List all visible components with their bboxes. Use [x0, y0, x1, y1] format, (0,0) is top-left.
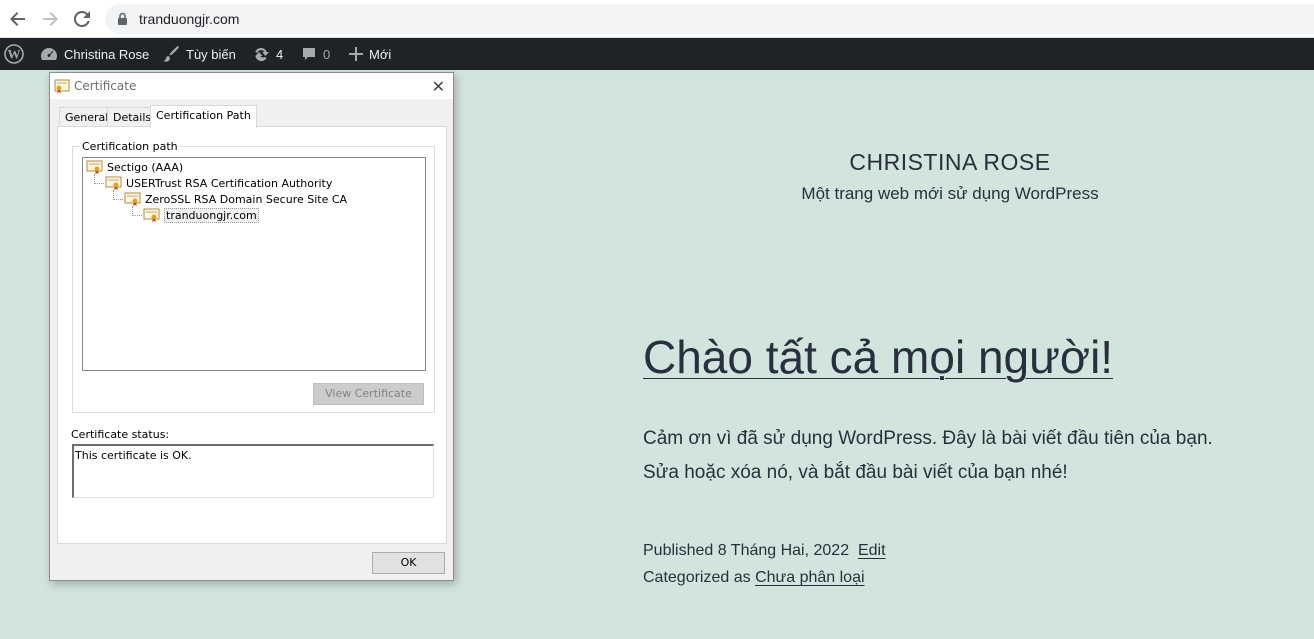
site-name-menu[interactable]: Christina Rose — [40, 38, 149, 70]
forward-arrow-icon — [43, 12, 58, 26]
reload-button[interactable] — [70, 7, 94, 31]
categorized-label: Categorized as — [643, 569, 751, 586]
dashboard-icon — [41, 48, 57, 60]
new-label: Mới — [369, 46, 392, 62]
tree-item-leaf[interactable]: tranduongjr.com — [143, 207, 259, 223]
dialog-title: Certificate — [74, 79, 137, 93]
tree-item-root[interactable]: Sectigo (AAA) — [86, 159, 183, 175]
reload-icon — [73, 10, 90, 27]
certification-path-panel: Certification path Sectigo (AAA) USERTru… — [57, 126, 447, 544]
post-category-meta: Categorized as Chưa phân loại — [643, 569, 865, 587]
published-date: 8 Tháng Hai, 2022 — [717, 542, 850, 559]
svg-text:W: W — [8, 47, 21, 62]
post-published-meta: Published 8 Tháng Hai, 2022 Edit — [643, 542, 886, 560]
site-title[interactable]: CHRISTINA ROSE — [600, 149, 1300, 176]
certificate-icon — [105, 176, 122, 190]
back-button[interactable] — [6, 7, 30, 31]
site-name-label: Christina Rose — [64, 46, 150, 62]
certification-path-group: Certification path Sectigo (AAA) USERTru… — [72, 140, 435, 413]
edit-post-link[interactable]: Edit — [858, 542, 886, 559]
certificate-status-box[interactable]: This certificate is OK. — [72, 444, 434, 498]
certificate-icon — [124, 192, 141, 206]
wordpress-logo-icon: W — [4, 44, 24, 64]
comments-count: 0 — [323, 46, 331, 62]
certificate-dialog: Certificate ✕ General Details Certificat… — [49, 72, 454, 581]
dialog-titlebar[interactable]: Certificate ✕ — [50, 73, 453, 99]
comments-menu[interactable]: 0 — [301, 38, 330, 70]
certificate-status-label: Certificate status: — [71, 428, 170, 441]
comment-icon — [303, 48, 315, 60]
post-paragraph-line: Sửa hoặc xóa nó, và bắt đầu bài viết của… — [643, 462, 1068, 483]
tree-item-label: tranduongjr.com — [164, 207, 259, 223]
tree-item-intermediate-2[interactable]: ZeroSSL RSA Domain Secure Site CA — [124, 191, 347, 207]
updates-icon — [253, 48, 269, 62]
url-text: tranduongjr.com — [139, 11, 240, 27]
paintbrush-icon — [163, 46, 179, 62]
post-paragraph-line: Cảm ơn vì đã sử dụng WordPress. Đây là b… — [643, 428, 1213, 449]
post-content: Cảm ơn vì đã sử dụng WordPress. Đây là b… — [643, 422, 1283, 490]
published-label: Published — [643, 542, 714, 559]
plus-icon — [349, 47, 363, 61]
certificate-icon — [143, 208, 160, 222]
tree-item-label: USERTrust RSA Certification Authority — [126, 176, 333, 190]
updates-count: 4 — [276, 46, 284, 62]
new-content-menu[interactable]: Mới — [349, 38, 391, 70]
certification-path-label: Certification path — [80, 140, 180, 153]
tab-certification-path[interactable]: Certification Path — [150, 105, 257, 128]
forward-button[interactable] — [38, 7, 62, 31]
certificate-icon — [54, 79, 70, 93]
close-icon[interactable]: ✕ — [432, 77, 445, 96]
updates-menu[interactable]: 4 — [252, 38, 283, 70]
certification-path-tree[interactable]: Sectigo (AAA) USERTrust RSA Certificatio… — [82, 157, 426, 371]
lock-icon — [118, 12, 127, 25]
tree-item-intermediate-1[interactable]: USERTrust RSA Certification Authority — [105, 175, 332, 191]
tree-item-label: ZeroSSL RSA Domain Secure Site CA — [145, 192, 348, 206]
category-link[interactable]: Chưa phân loại — [755, 569, 864, 586]
browser-toolbar: tranduongjr.com — [0, 0, 1314, 38]
customize-menu[interactable]: Tùy biến — [162, 38, 236, 70]
site-description: Một trang web mới sử dụng WordPress — [801, 184, 1099, 203]
view-certificate-button[interactable]: View Certificate — [313, 383, 424, 405]
ok-button[interactable]: OK — [372, 552, 445, 574]
address-bar[interactable]: tranduongjr.com — [105, 4, 1314, 34]
certificate-icon — [86, 160, 103, 174]
customize-label: Tùy biến — [186, 46, 236, 62]
tree-item-label: Sectigo (AAA) — [107, 160, 184, 174]
post-title-link[interactable]: Chào tất cả mọi người! — [643, 330, 1113, 384]
wp-admin-bar: W Christina Rose Tùy biến 4 0 Mới — [0, 38, 1314, 70]
back-arrow-icon — [10, 12, 25, 26]
wp-logo-menu[interactable]: W — [4, 38, 24, 70]
